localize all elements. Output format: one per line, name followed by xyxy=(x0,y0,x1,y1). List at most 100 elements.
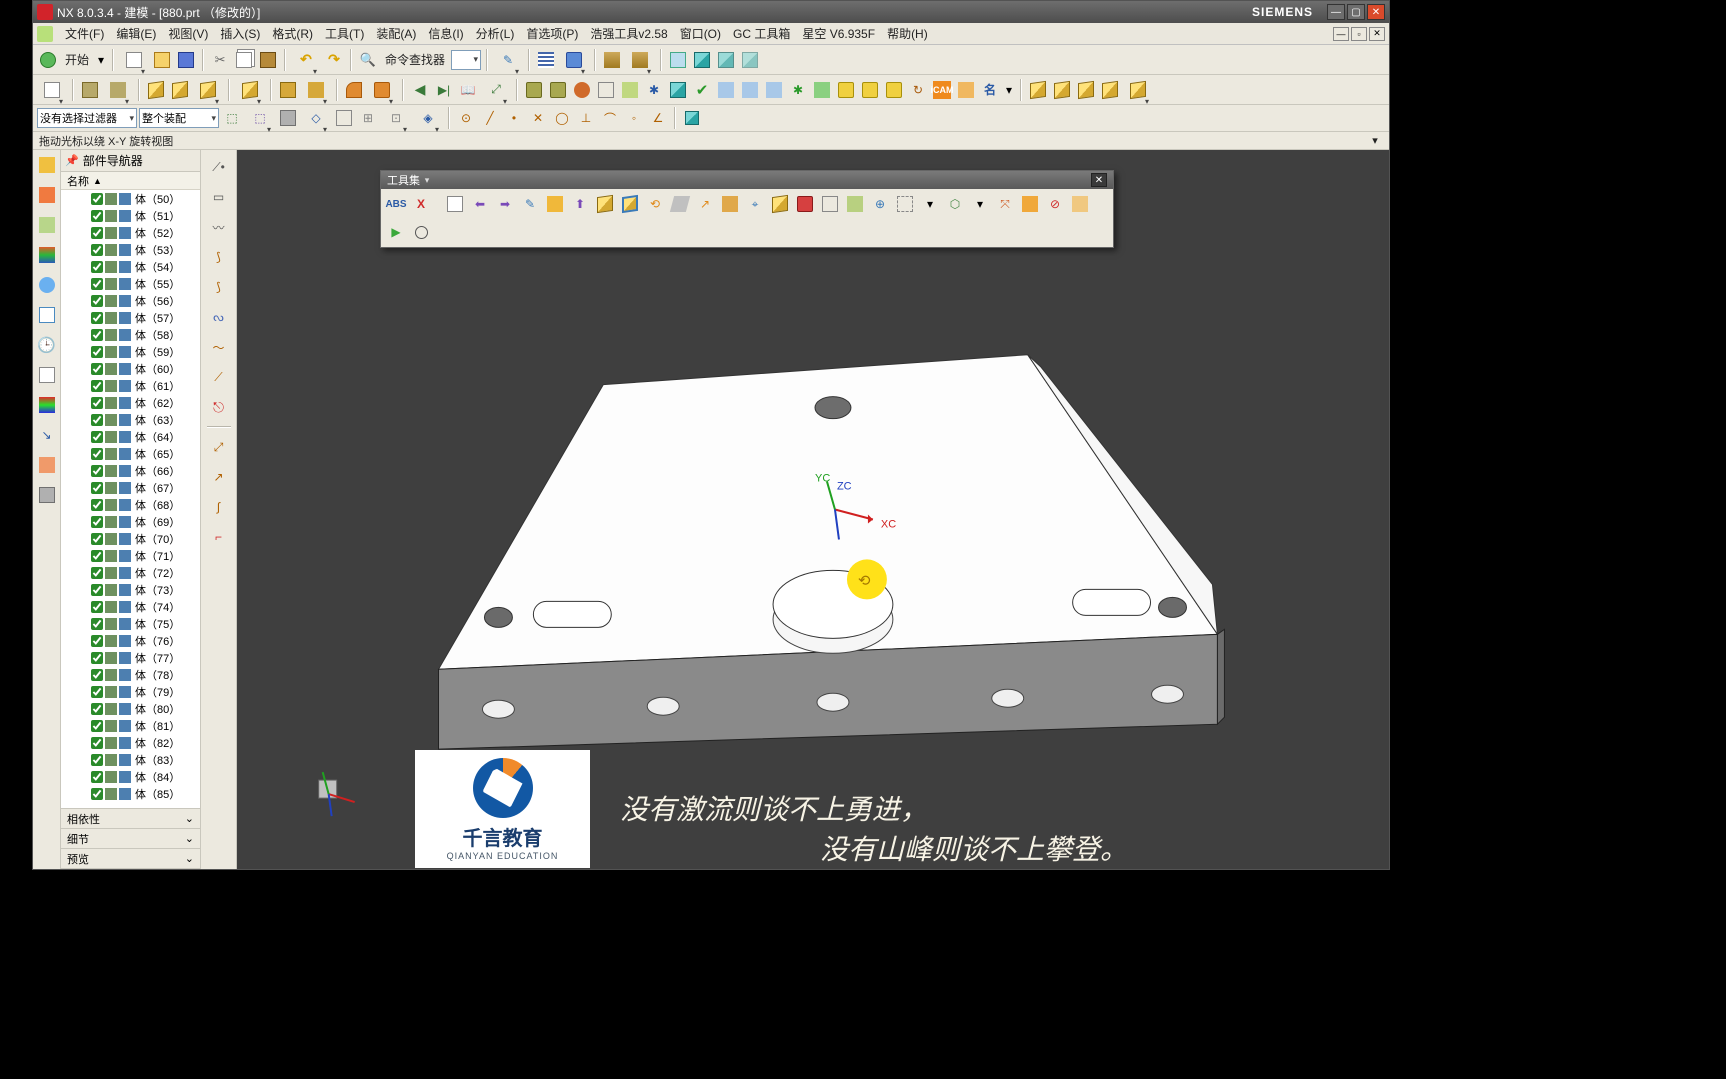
ts-btn-8[interactable] xyxy=(619,193,641,215)
exit-button[interactable]: ⎋ xyxy=(206,394,232,420)
menu-gc-toolbox[interactable]: GC 工具箱 xyxy=(727,23,796,44)
brush-button[interactable]: ✎ xyxy=(493,49,523,71)
t2-name-button[interactable]: 名 xyxy=(979,79,1001,101)
t2-btn-4[interactable] xyxy=(595,79,617,101)
snap-ctr-button[interactable]: • xyxy=(503,107,525,129)
curve5-button[interactable]: ⟋ xyxy=(206,364,232,390)
menu-tools[interactable]: 工具(T) xyxy=(319,23,370,44)
tree-checkbox[interactable] xyxy=(91,397,103,409)
toolset-options-icon[interactable]: ▾ xyxy=(420,173,434,187)
ts-btn-13[interactable]: ⌖ xyxy=(744,193,766,215)
sel-btn-3[interactable] xyxy=(277,107,299,129)
t2-btn-3[interactable] xyxy=(571,79,593,101)
tree-row[interactable]: 体（56） xyxy=(61,292,200,309)
open-button[interactable] xyxy=(151,49,173,71)
pattern-button[interactable] xyxy=(235,79,265,101)
ts-btn-21[interactable]: ⬡ xyxy=(944,193,966,215)
tree-checkbox[interactable] xyxy=(91,635,103,647)
curve1-button[interactable]: ⟆ xyxy=(206,244,232,270)
sel-btn-8[interactable]: ◈ xyxy=(413,107,443,129)
accordion-details[interactable]: 细节⌄ xyxy=(61,829,200,849)
ts-btn-prev[interactable]: ⬅ xyxy=(469,193,491,215)
tree-checkbox[interactable] xyxy=(91,244,103,256)
tree-row[interactable]: 体（84） xyxy=(61,768,200,785)
t2-btn-9[interactable] xyxy=(739,79,761,101)
tree-checkbox[interactable] xyxy=(91,550,103,562)
subtract-button[interactable] xyxy=(301,79,331,101)
tree-row[interactable]: 体（67） xyxy=(61,479,200,496)
sel-btn-5[interactable] xyxy=(333,107,355,129)
curve3-button[interactable]: ᔓ xyxy=(206,304,232,330)
t2-btn-12[interactable] xyxy=(811,79,833,101)
mdi-close-button[interactable]: ✕ xyxy=(1369,27,1385,41)
ts-btn-7[interactable] xyxy=(594,193,616,215)
undo-button[interactable]: ↶ xyxy=(291,49,321,71)
menu-haoqiang[interactable]: 浩强工具v2.58 xyxy=(584,23,673,44)
tree-checkbox[interactable] xyxy=(91,227,103,239)
tree-checkbox[interactable] xyxy=(91,703,103,715)
ts-btn-next[interactable]: ➡ xyxy=(494,193,516,215)
tree-row[interactable]: 体（65） xyxy=(61,445,200,462)
menu-edit[interactable]: 编辑(E) xyxy=(110,23,162,44)
tree-row[interactable]: 体（70） xyxy=(61,530,200,547)
tree-row[interactable]: 体（71） xyxy=(61,547,200,564)
tree-row[interactable]: 体（62） xyxy=(61,394,200,411)
ts-btn-5[interactable] xyxy=(544,193,566,215)
revolve-button[interactable] xyxy=(169,79,191,101)
ts-btn-circle[interactable] xyxy=(410,221,432,243)
tree-row[interactable]: 体（60） xyxy=(61,360,200,377)
start-dropdown[interactable]: ▾ xyxy=(95,49,107,71)
tree-checkbox[interactable] xyxy=(91,567,103,579)
tree-row[interactable]: 体（83） xyxy=(61,751,200,768)
ts-btn-2[interactable]: X xyxy=(410,193,432,215)
tree-checkbox[interactable] xyxy=(91,499,103,511)
tree-checkbox[interactable] xyxy=(91,584,103,596)
grid-button[interactable] xyxy=(535,49,557,71)
t2-cube-5[interactable] xyxy=(1123,79,1153,101)
extrude-button[interactable] xyxy=(145,79,167,101)
filter-select[interactable]: 没有选择过滤器▾ xyxy=(37,108,137,128)
ts-btn-25[interactable]: ⊘ xyxy=(1044,193,1066,215)
tree-checkbox[interactable] xyxy=(91,618,103,630)
save-button[interactable] xyxy=(175,49,197,71)
ts-btn-23[interactable]: ⤧ xyxy=(994,193,1016,215)
t2-cube-2[interactable] xyxy=(1051,79,1073,101)
cut-button[interactable]: ✂ xyxy=(209,49,231,71)
curve4-button[interactable]: 〜 xyxy=(206,334,232,360)
navigator-tree[interactable]: 体（50）体（51）体（52）体（53）体（54）体（55）体（56）体（57）… xyxy=(61,190,200,808)
t2-cube-4[interactable] xyxy=(1099,79,1121,101)
tree-row[interactable]: 体（69） xyxy=(61,513,200,530)
t2-cube-1[interactable] xyxy=(1027,79,1049,101)
shaded-button[interactable] xyxy=(691,49,713,71)
nav-prev-button[interactable]: ◀ xyxy=(409,79,431,101)
resource-btn-9[interactable] xyxy=(36,394,58,416)
sel-btn-2[interactable]: ⬚ xyxy=(245,107,275,129)
scope-select[interactable]: 整个装配▾ xyxy=(139,108,219,128)
tree-row[interactable]: 体（64） xyxy=(61,428,200,445)
ts-btn-12[interactable] xyxy=(719,193,741,215)
assembly-nav-button[interactable] xyxy=(559,49,589,71)
tree-row[interactable]: 体（77） xyxy=(61,649,200,666)
tree-checkbox[interactable] xyxy=(91,193,103,205)
sel-btn-6[interactable]: ⊞ xyxy=(357,107,379,129)
menu-file[interactable]: 文件(F) xyxy=(59,23,110,44)
tree-row[interactable]: 体（58） xyxy=(61,326,200,343)
tree-row[interactable]: 体（55） xyxy=(61,275,200,292)
resource-btn-2[interactable] xyxy=(36,184,58,206)
unite-button[interactable] xyxy=(277,79,299,101)
tree-row[interactable]: 体（79） xyxy=(61,683,200,700)
t2-btn-14[interactable] xyxy=(859,79,881,101)
toolset-close-button[interactable]: ✕ xyxy=(1091,173,1107,187)
tree-checkbox[interactable] xyxy=(91,346,103,358)
menu-preferences[interactable]: 首选项(P) xyxy=(520,23,584,44)
layer2-button[interactable] xyxy=(625,49,655,71)
t2-btn-17[interactable] xyxy=(955,79,977,101)
tree-row[interactable]: 体（52） xyxy=(61,224,200,241)
copy-button[interactable] xyxy=(233,49,255,71)
dim2-button[interactable]: ↗ xyxy=(206,464,232,490)
start-label[interactable]: 开始 xyxy=(61,51,93,68)
tree-checkbox[interactable] xyxy=(91,363,103,375)
tree-row[interactable]: 体（57） xyxy=(61,309,200,326)
hidden-button[interactable] xyxy=(739,49,761,71)
ts-btn-16[interactable] xyxy=(819,193,841,215)
